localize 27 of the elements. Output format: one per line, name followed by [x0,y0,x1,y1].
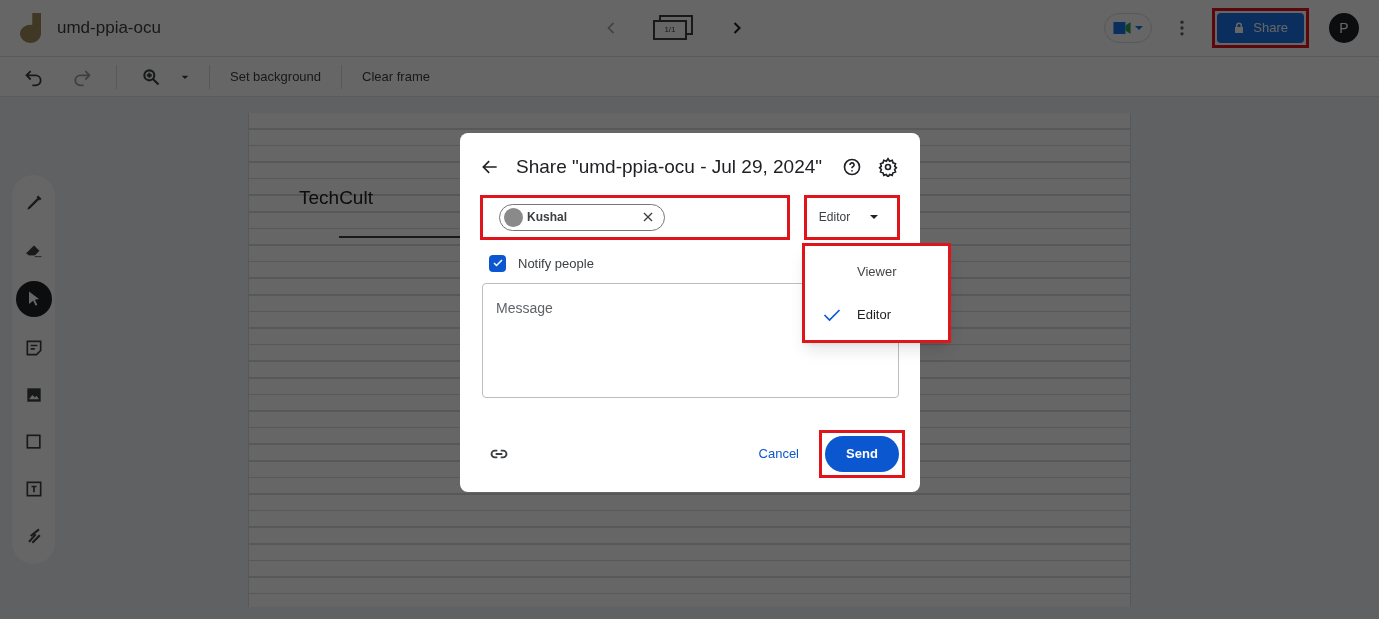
notify-checkbox[interactable] [489,254,506,272]
role-label: Viewer [857,262,897,281]
send-button[interactable]: Send [825,436,899,472]
frame-counter[interactable]: 1/1 [652,20,687,40]
tool-button[interactable] [15,281,52,317]
notify-label: Notify people [518,254,594,273]
people-field[interactable]: Kushal [480,194,790,240]
document-title[interactable]: umd-ppia-ocu [57,15,161,41]
role-dropdown[interactable]: Editor [803,194,900,240]
caret-down-icon [1135,26,1144,30]
lock-icon [1233,22,1246,34]
video-camera-icon [1113,22,1132,34]
share-button[interactable]: Share [1217,13,1304,43]
account-avatar[interactable]: P [1329,13,1359,43]
toolbar-button[interactable]: Clear frame [358,66,434,87]
app-logo-icon [20,13,41,43]
dialog-title: Share "umd-ppia-ocu - Jul 29, 2024" [516,155,823,179]
canvas-text[interactable]: TechCult [299,184,373,213]
role-label: Editor [857,305,891,324]
avatar [504,207,523,227]
zoom-icon[interactable] [141,66,161,87]
toolbar-button[interactable]: Set background [226,66,326,87]
help-icon[interactable] [842,157,863,178]
checkmark-icon [491,257,504,270]
person-name: Kushal [527,209,567,226]
cancel-button[interactable]: Cancel [758,444,799,464]
settings-icon[interactable] [878,157,899,178]
